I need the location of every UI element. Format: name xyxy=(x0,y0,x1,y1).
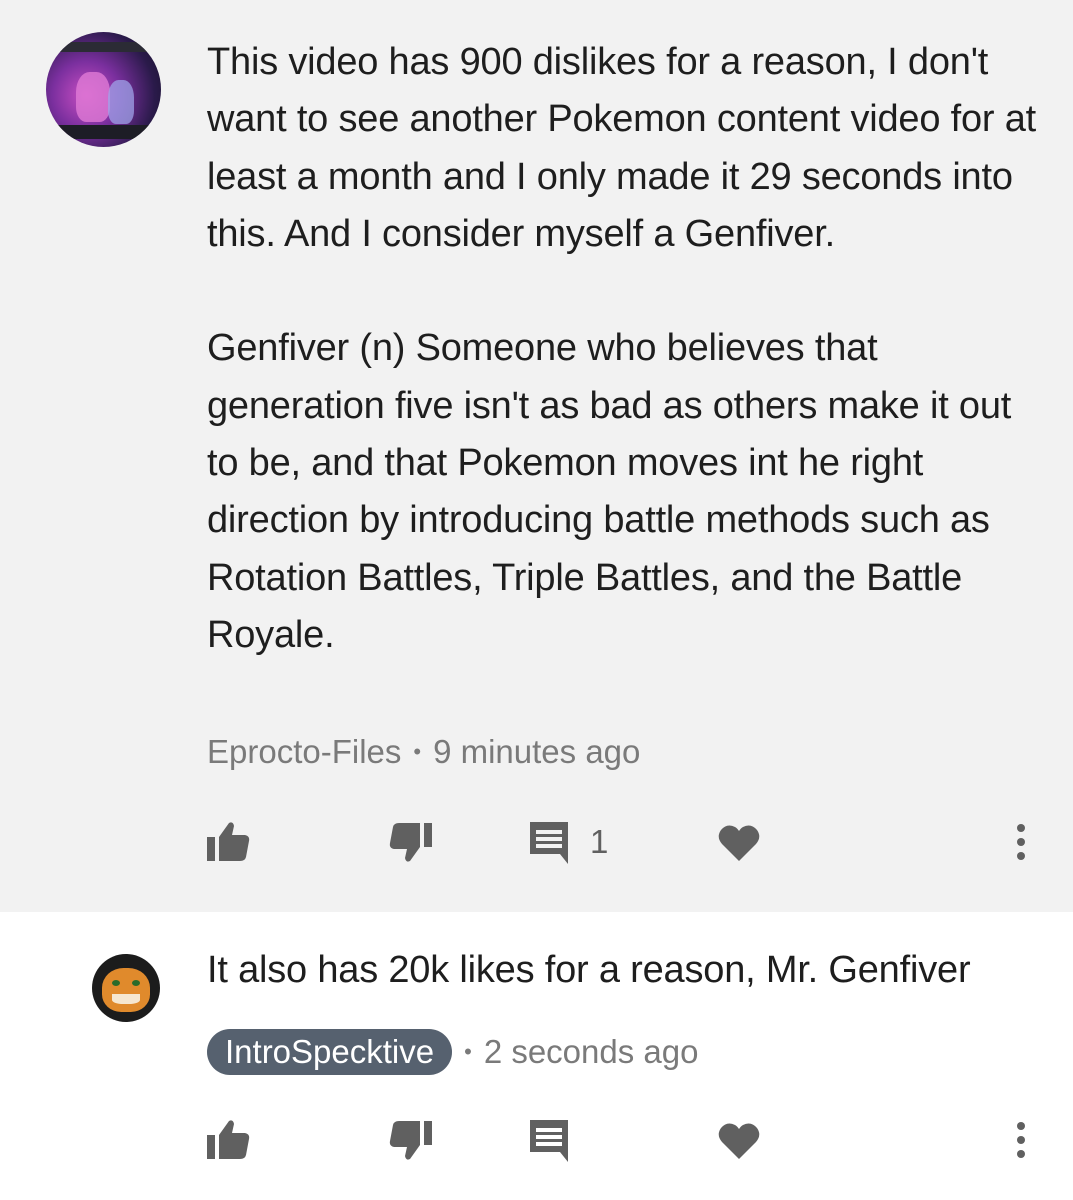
dislike-button[interactable] xyxy=(388,812,434,872)
like-button[interactable] xyxy=(205,812,251,872)
heart-button[interactable] xyxy=(718,1110,760,1170)
avatar-image-detail xyxy=(108,80,134,124)
more-options-button[interactable] xyxy=(1008,812,1034,872)
comment-card: This video has 900 dislikes for a reason… xyxy=(0,0,1073,912)
meta-separator: • xyxy=(413,739,422,764)
heart-icon xyxy=(718,825,760,861)
avatar[interactable] xyxy=(92,954,160,1022)
author-badge[interactable]: IntroSpecktive xyxy=(207,1029,453,1075)
comment-paragraph: Genfiver (n) Someone who believes that g… xyxy=(207,327,1012,656)
thumbs-up-icon xyxy=(207,822,250,861)
heart-button[interactable] xyxy=(718,812,760,872)
reply-card: It also has 20k likes for a reason, Mr. … xyxy=(0,912,1073,1200)
reply-button[interactable] xyxy=(528,1110,570,1170)
comment-body: It also has 20k likes for a reason, Mr. … xyxy=(207,949,971,991)
timestamp: 2 seconds ago xyxy=(483,1033,699,1070)
comment-meta: Eprocto-Files • 9 minutes ago xyxy=(207,730,640,774)
comment-body: This video has 900 dislikes for a reason… xyxy=(207,34,1037,664)
thumbs-up-icon xyxy=(207,1120,250,1159)
comment-paragraph: This video has 900 dislikes for a reason… xyxy=(207,41,1037,255)
meta-separator: • xyxy=(464,1039,472,1064)
author-name[interactable]: Eprocto-Files xyxy=(207,733,401,771)
reply-button[interactable]: 1 xyxy=(528,812,608,872)
avatar-image-detail xyxy=(46,42,161,52)
comment-meta: IntroSpecktive • 2 seconds ago xyxy=(207,1028,698,1076)
reply-icon xyxy=(530,1120,568,1162)
reply-icon xyxy=(530,822,568,864)
more-vert-icon xyxy=(1017,1122,1025,1158)
more-options-button[interactable] xyxy=(1008,1110,1034,1170)
comment-actions xyxy=(0,1110,1073,1170)
avatar-image-detail xyxy=(132,980,140,986)
comment-actions: 1 xyxy=(0,812,1073,872)
reply-count: 1 xyxy=(590,823,609,860)
heart-icon xyxy=(718,1123,760,1159)
thumbs-down-icon xyxy=(389,1121,432,1160)
avatar-image-detail xyxy=(102,968,150,1012)
avatar-image-detail xyxy=(46,125,161,139)
dislike-button[interactable] xyxy=(388,1110,434,1170)
like-button[interactable] xyxy=(205,1110,251,1170)
more-vert-icon xyxy=(1017,824,1025,860)
timestamp: 9 minutes ago xyxy=(433,733,641,770)
avatar-image-detail xyxy=(112,980,120,986)
avatar-image-detail xyxy=(112,994,140,1004)
avatar-image-detail xyxy=(76,72,110,122)
thumbs-down-icon xyxy=(389,823,432,862)
avatar[interactable] xyxy=(46,32,161,147)
